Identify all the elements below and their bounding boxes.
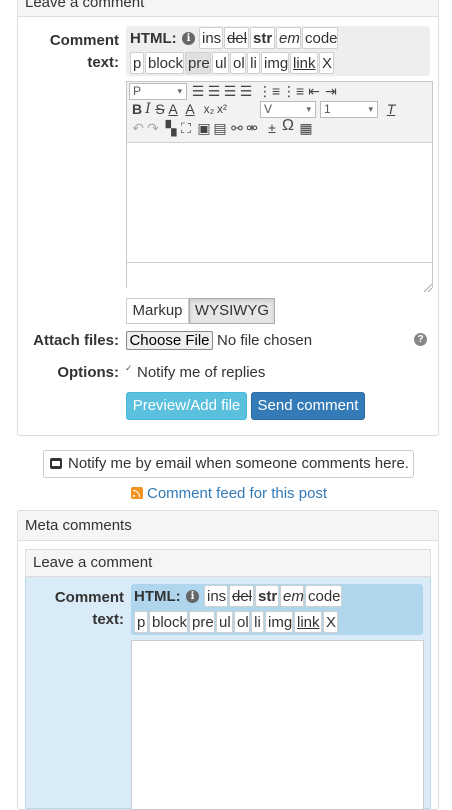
tag-link-button[interactable]: link bbox=[290, 52, 318, 74]
unlink-icon[interactable]: ⚮ bbox=[245, 120, 259, 136]
html-label: HTML: bbox=[130, 30, 177, 47]
tag-pre-button[interactable]: pre bbox=[185, 52, 211, 74]
meta-tag-li-button[interactable]: li bbox=[251, 611, 264, 633]
meta-tag-str-button[interactable]: str bbox=[255, 585, 279, 607]
meta-tag-block-button[interactable]: block bbox=[149, 611, 188, 633]
attach-files-label: Attach files: bbox=[33, 332, 119, 349]
bullet-list-icon[interactable]: ⋮≡ bbox=[258, 83, 280, 99]
meta-tag-em-button[interactable]: em bbox=[280, 585, 304, 607]
clear-format-icon[interactable]: T bbox=[384, 101, 398, 117]
align-center-icon[interactable]: ☰ bbox=[207, 83, 221, 99]
tag-ul-button[interactable]: ul bbox=[212, 52, 229, 74]
italic-icon[interactable]: I bbox=[143, 101, 153, 117]
indent-icon[interactable]: ⇥ bbox=[323, 83, 339, 99]
info-icon[interactable]: i bbox=[182, 32, 195, 45]
meta-comment-text-label: Comment text: bbox=[35, 587, 124, 631]
editor-toolbar: P ▾ ☰ ☰ ☰ ☰ ⋮≡ ⋮≡ ⇤ ⇥ B I S A A x₂ x² V ▾ … bbox=[127, 82, 432, 143]
wysiwyg-tab[interactable]: WYSIWYG bbox=[189, 298, 275, 324]
meta-comment-form-title: Leave a comment bbox=[33, 554, 153, 571]
superscript-icon[interactable]: x² bbox=[216, 101, 228, 117]
tag-str-button[interactable]: str bbox=[250, 27, 275, 49]
media-icon[interactable]: ▤ bbox=[213, 120, 227, 136]
fullscreen-icon[interactable]: ⛶ bbox=[179, 120, 193, 136]
send-comment-button[interactable]: Send comment bbox=[251, 392, 365, 420]
font-family-value: V bbox=[264, 102, 273, 116]
anchor-icon[interactable]: ▚ bbox=[164, 120, 178, 136]
numbered-list-icon[interactable]: ⋮≡ bbox=[282, 83, 304, 99]
bold-icon[interactable]: B bbox=[131, 101, 143, 117]
tag-img-button[interactable]: img bbox=[261, 52, 289, 74]
meta-html-label: HTML: bbox=[134, 588, 181, 605]
align-justify-icon[interactable]: ☰ bbox=[239, 83, 253, 99]
meta-tag-close-button[interactable]: X bbox=[323, 611, 338, 633]
special-char-icon[interactable]: Ω bbox=[281, 118, 295, 134]
format-select[interactable]: P ▾ bbox=[129, 83, 187, 100]
notify-replies-checkbox[interactable]: ✓ bbox=[125, 364, 133, 373]
comment-text-label: Comment text: bbox=[30, 30, 119, 74]
tag-ins-button[interactable]: ins bbox=[199, 27, 223, 49]
font-family-select[interactable]: V ▾ bbox=[260, 101, 316, 118]
outdent-icon[interactable]: ⇤ bbox=[306, 83, 322, 99]
envelope-icon bbox=[50, 458, 62, 469]
meta-tag-pre-button[interactable]: pre bbox=[189, 611, 215, 633]
no-file-chosen-text: No file chosen bbox=[217, 332, 313, 349]
subscript-icon[interactable]: x₂ bbox=[203, 101, 215, 117]
tag-code-button[interactable]: code bbox=[302, 27, 338, 49]
meta-comment-textarea[interactable] bbox=[131, 640, 424, 810]
tag-close-button[interactable]: X bbox=[319, 52, 334, 74]
markup-tab[interactable]: Markup bbox=[126, 298, 189, 324]
comment-label-line2: text: bbox=[87, 54, 119, 71]
tag-p-button[interactable]: p bbox=[130, 52, 144, 74]
resize-handle-icon[interactable] bbox=[423, 279, 433, 293]
highlight-color-icon[interactable]: A bbox=[183, 101, 197, 117]
strikethrough-icon[interactable]: S bbox=[154, 101, 166, 117]
preview-add-file-button[interactable]: Preview/Add file bbox=[126, 392, 247, 420]
tag-em-button[interactable]: em bbox=[276, 27, 301, 49]
font-size-select[interactable]: 1 ▾ bbox=[320, 101, 378, 118]
meta-tag-img-button[interactable]: img bbox=[265, 611, 293, 633]
tag-del-button[interactable]: del bbox=[224, 27, 249, 49]
meta-comment-label-line2: text: bbox=[92, 611, 124, 628]
image-icon[interactable]: ▣ bbox=[197, 120, 211, 136]
comment-form-title: Leave a comment bbox=[25, 0, 145, 11]
format-select-value: P bbox=[133, 84, 142, 98]
comment-feed-label: Comment feed for this post bbox=[147, 485, 328, 502]
link-icon[interactable]: ⚯ bbox=[230, 120, 244, 136]
font-size-value: 1 bbox=[324, 102, 331, 116]
align-right-icon[interactable]: ☰ bbox=[223, 83, 237, 99]
meta-tag-ins-button[interactable]: ins bbox=[204, 585, 228, 607]
redo-icon[interactable]: ↷ bbox=[146, 120, 160, 136]
html-toolbar: HTML: i ins del str em code p block pre … bbox=[126, 26, 430, 76]
tag-li-button[interactable]: li bbox=[247, 52, 260, 74]
meta-tag-ul-button[interactable]: ul bbox=[216, 611, 233, 633]
meta-tag-code-button[interactable]: code bbox=[305, 585, 342, 607]
options-label: Options: bbox=[57, 364, 119, 381]
choose-file-button[interactable]: Choose File bbox=[126, 331, 213, 350]
notify-email-button[interactable]: Notify me by email when someone comments… bbox=[43, 450, 414, 478]
tag-block-button[interactable]: block bbox=[145, 52, 184, 74]
notify-replies-label: Notify me of replies bbox=[137, 364, 266, 381]
meta-tag-p-button[interactable]: p bbox=[134, 611, 148, 633]
meta-html-toolbar: HTML: i ins del str em code p block pre … bbox=[131, 584, 423, 635]
horizontal-rule-icon[interactable]: ± bbox=[265, 120, 279, 136]
help-icon[interactable]: ? bbox=[414, 333, 427, 346]
text-color-icon[interactable]: A bbox=[167, 101, 179, 117]
comment-label-line1: Comment bbox=[49, 32, 119, 49]
meta-tag-del-button[interactable]: del bbox=[229, 585, 254, 607]
undo-icon[interactable]: ↶ bbox=[131, 120, 145, 136]
editor-statusbar bbox=[127, 262, 432, 288]
notify-email-label: Notify me by email when someone comments… bbox=[68, 455, 409, 472]
meta-info-icon[interactable]: i bbox=[186, 590, 199, 603]
meta-comment-label-line1: Comment bbox=[54, 589, 124, 606]
meta-tag-ol-button[interactable]: ol bbox=[234, 611, 250, 633]
tag-ol-button[interactable]: ol bbox=[230, 52, 246, 74]
meta-comments-title: Meta comments bbox=[25, 517, 132, 534]
meta-tag-link-button[interactable]: link bbox=[294, 611, 322, 633]
align-left-icon[interactable]: ☰ bbox=[191, 83, 205, 99]
table-icon[interactable]: ▦ bbox=[298, 120, 314, 136]
rss-icon bbox=[131, 487, 143, 499]
